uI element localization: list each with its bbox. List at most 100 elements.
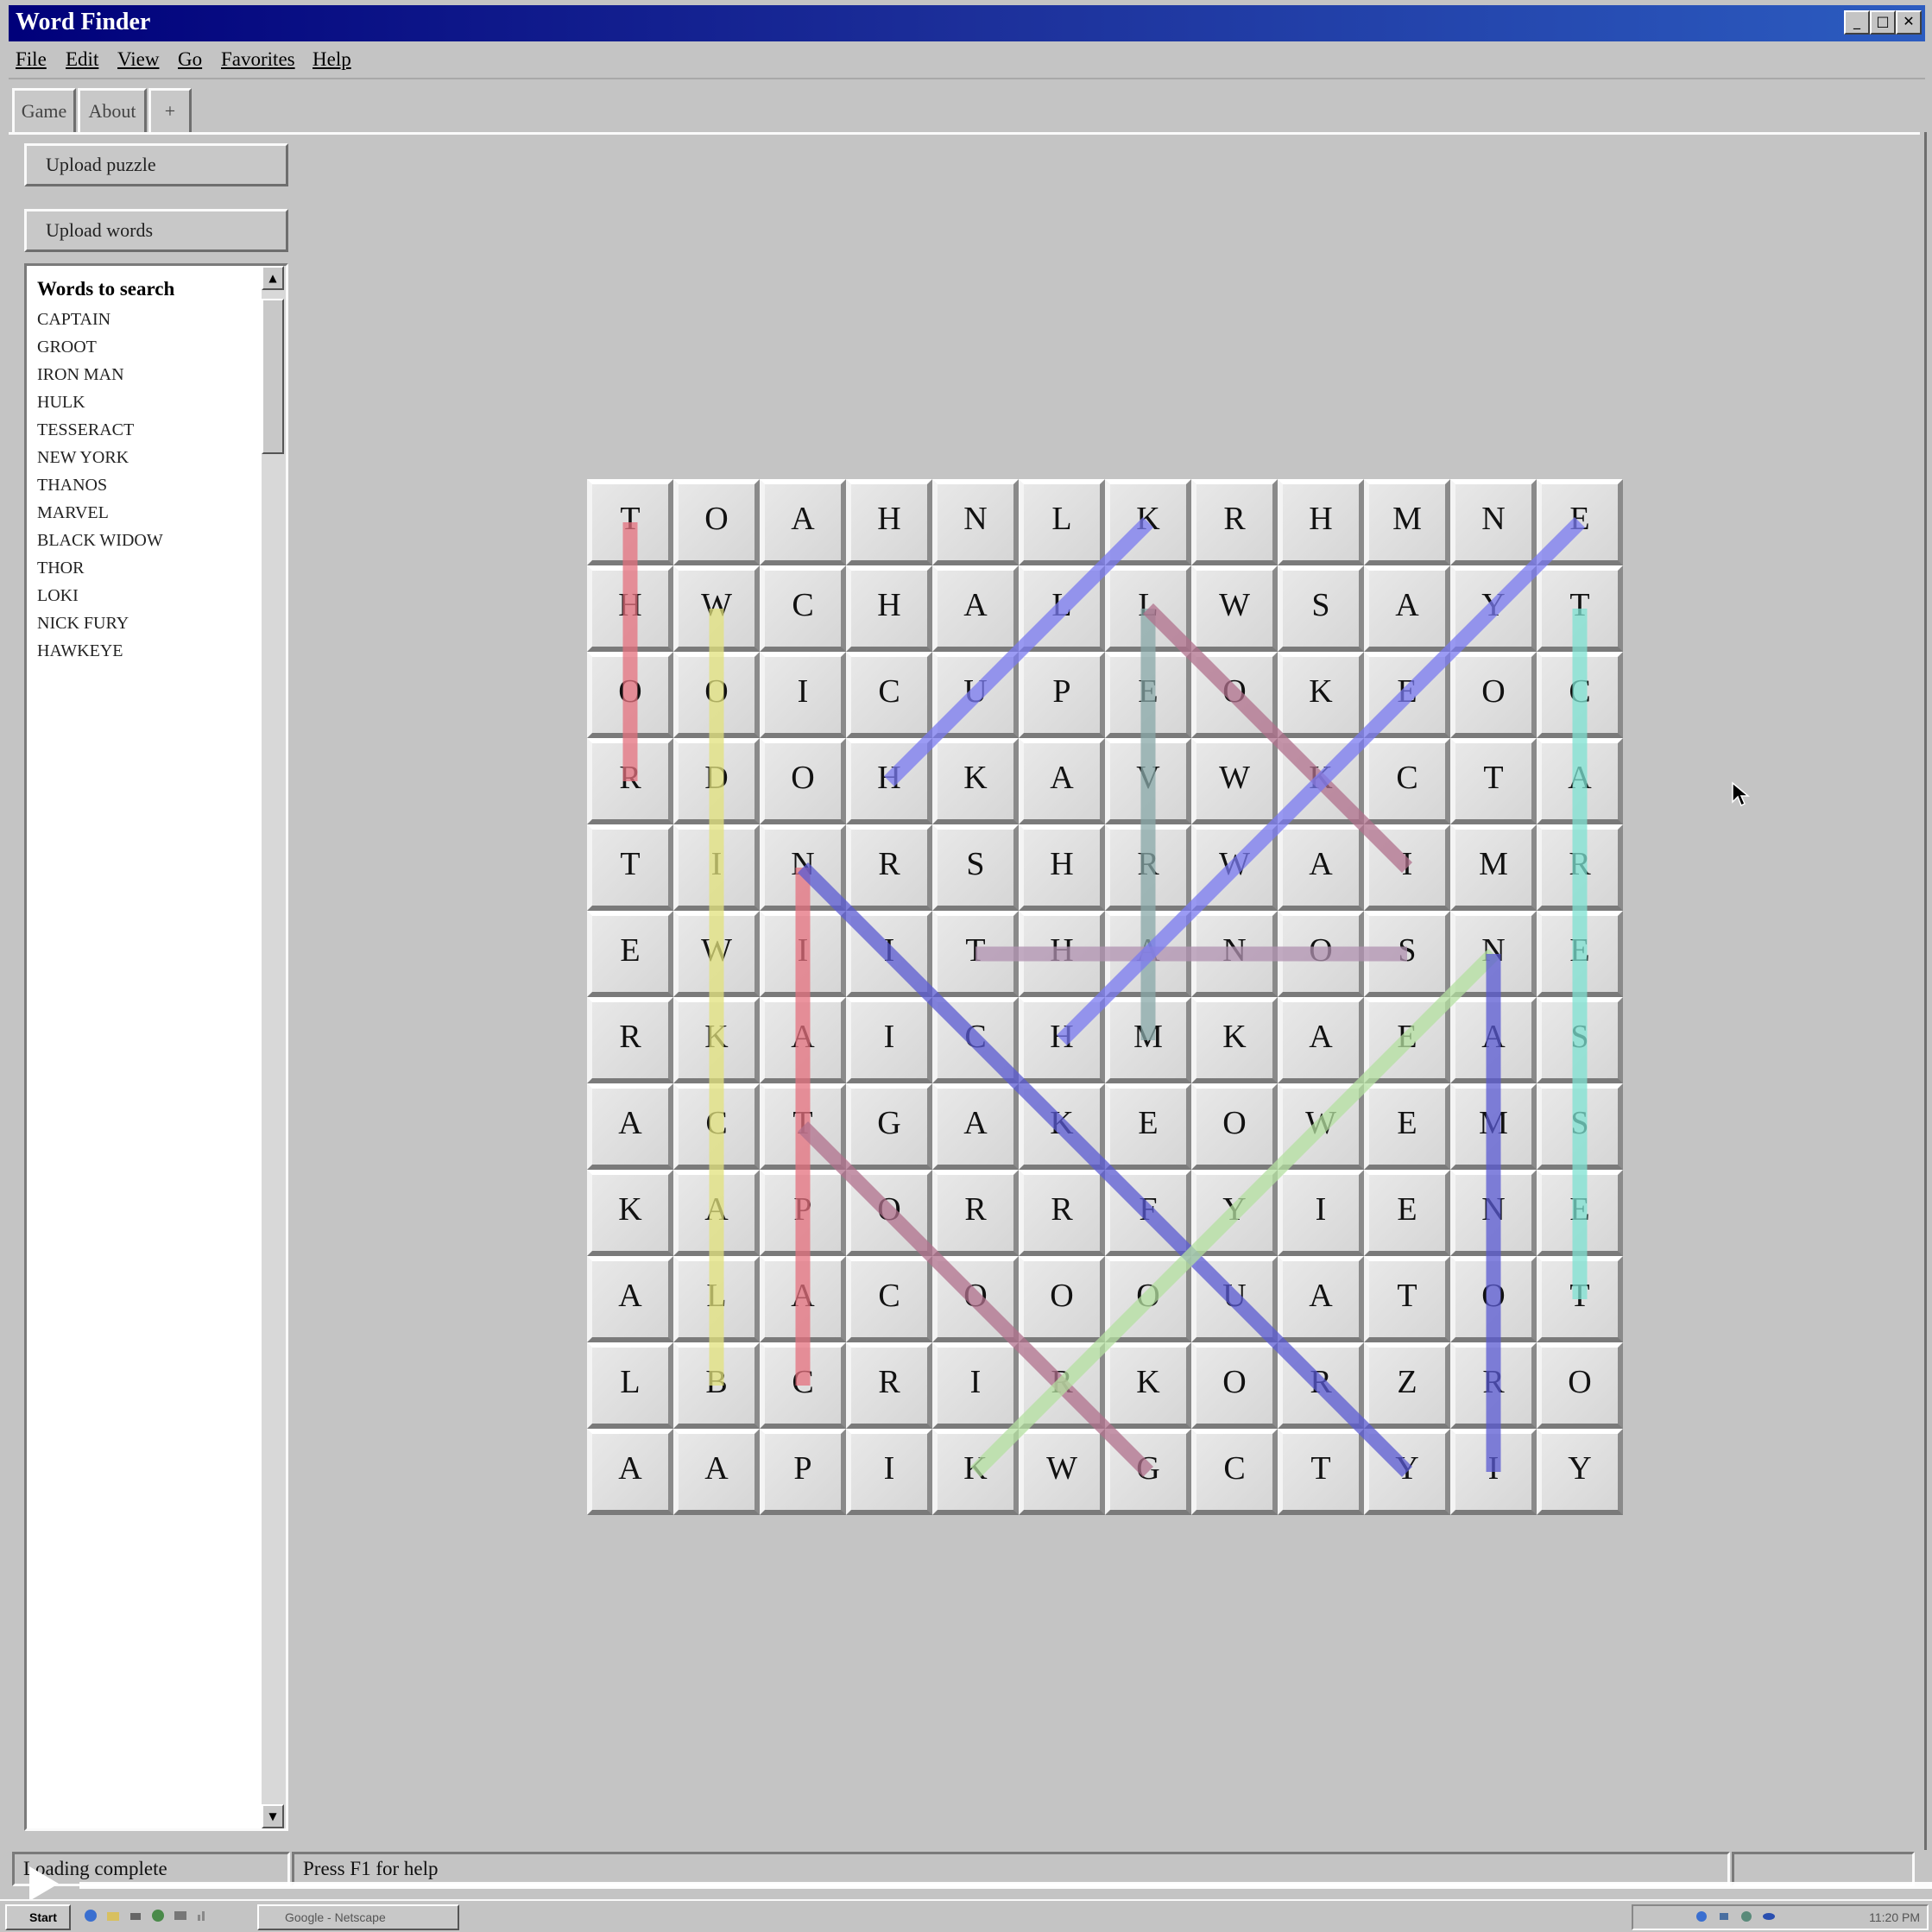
grid-cell[interactable]: R <box>846 1342 932 1429</box>
grid-cell[interactable]: K <box>673 997 760 1083</box>
grid-cell[interactable]: A <box>587 1256 673 1342</box>
grid-cell[interactable]: K <box>1105 1342 1191 1429</box>
grid-cell[interactable]: O <box>673 652 760 738</box>
grid-cell[interactable]: R <box>1019 1342 1105 1429</box>
grid-cell[interactable]: A <box>760 997 846 1083</box>
grid-cell[interactable]: A <box>932 1083 1019 1170</box>
grid-cell[interactable]: R <box>1537 824 1623 911</box>
grid-cell[interactable]: T <box>932 911 1019 997</box>
grid-cell[interactable]: H <box>1019 911 1105 997</box>
grid-cell[interactable]: P <box>1019 652 1105 738</box>
grid-cell[interactable]: Y <box>1537 1429 1623 1515</box>
grid-cell[interactable]: I <box>932 1342 1019 1429</box>
grid-cell[interactable]: C <box>1364 738 1450 824</box>
tray-monitor-icon[interactable] <box>1739 1909 1754 1924</box>
grid-cell[interactable]: A <box>587 1429 673 1515</box>
grid-cell[interactable]: C <box>673 1083 760 1170</box>
start-button[interactable]: Start <box>5 1904 71 1930</box>
grid-cell[interactable]: H <box>1019 997 1105 1083</box>
grid-cell[interactable]: M <box>1450 1083 1537 1170</box>
grid-cell[interactable]: E <box>1105 1083 1191 1170</box>
maximize-button[interactable]: □ <box>1870 10 1896 35</box>
grid-cell[interactable]: T <box>1537 1256 1623 1342</box>
grid-cell[interactable]: R <box>587 738 673 824</box>
grid-cell[interactable]: T <box>1537 565 1623 652</box>
grid-cell[interactable]: I <box>760 652 846 738</box>
grid-cell[interactable]: C <box>760 565 846 652</box>
grid-cell[interactable]: O <box>587 652 673 738</box>
grid-cell[interactable]: P <box>760 1429 846 1515</box>
grid-cell[interactable]: S <box>1364 911 1450 997</box>
grid-cell[interactable]: M <box>1364 479 1450 565</box>
grid-cell[interactable]: O <box>846 1170 932 1256</box>
grid-cell[interactable]: R <box>1450 1342 1537 1429</box>
grid-cell[interactable]: S <box>1278 565 1364 652</box>
menu-view[interactable]: View <box>117 48 159 71</box>
grid-cell[interactable]: H <box>587 565 673 652</box>
grid-cell[interactable]: M <box>1105 997 1191 1083</box>
grid-cell[interactable]: P <box>760 1170 846 1256</box>
grid-cell[interactable]: E <box>1364 652 1450 738</box>
grid-cell[interactable]: U <box>932 652 1019 738</box>
words-scrollbar[interactable]: ▲ ▼ <box>262 266 286 1828</box>
grid-cell[interactable]: E <box>1364 1170 1450 1256</box>
grid-cell[interactable]: I <box>846 911 932 997</box>
grid-cell[interactable]: R <box>1105 824 1191 911</box>
grid-cell[interactable]: O <box>1191 652 1278 738</box>
grid-cell[interactable]: I <box>846 1429 932 1515</box>
grid-cell[interactable]: C <box>1537 652 1623 738</box>
grid-cell[interactable]: K <box>932 1429 1019 1515</box>
grid-cell[interactable]: L <box>587 1342 673 1429</box>
scroll-up-icon[interactable]: ▲ <box>262 266 284 290</box>
grid-cell[interactable]: N <box>1450 1170 1537 1256</box>
grid-cell[interactable]: R <box>932 1170 1019 1256</box>
grid-cell[interactable]: H <box>1019 824 1105 911</box>
grid-cell[interactable]: Y <box>1191 1170 1278 1256</box>
grid-cell[interactable]: T <box>587 824 673 911</box>
grid-cell[interactable]: I <box>846 997 932 1083</box>
grid-cell[interactable]: O <box>1450 1256 1537 1342</box>
grid-cell[interactable]: K <box>1105 479 1191 565</box>
grid-cell[interactable]: W <box>1278 1083 1364 1170</box>
tab-add[interactable]: + <box>148 88 192 132</box>
grid-cell[interactable]: L <box>1019 479 1105 565</box>
grid-cell[interactable]: A <box>1537 738 1623 824</box>
tray-volume-icon[interactable] <box>1716 1909 1732 1924</box>
window-icon[interactable] <box>173 1908 188 1923</box>
grid-cell[interactable]: K <box>932 738 1019 824</box>
grid-cell[interactable]: H <box>846 479 932 565</box>
grid-cell[interactable]: T <box>1364 1256 1450 1342</box>
menu-file[interactable]: File <box>16 48 47 71</box>
grid-cell[interactable]: A <box>1450 997 1537 1083</box>
words-list-panel[interactable]: Words to search CAPTAIN GROOT IRON MAN H… <box>24 263 288 1831</box>
grid-cell[interactable]: T <box>1450 738 1537 824</box>
grid-cell[interactable]: V <box>1105 738 1191 824</box>
grid-cell[interactable]: O <box>1105 1256 1191 1342</box>
grid-cell[interactable]: I <box>760 911 846 997</box>
tab-game[interactable]: Game <box>12 88 76 132</box>
grid-cell[interactable]: A <box>673 1170 760 1256</box>
grid-cell[interactable]: N <box>932 479 1019 565</box>
grid-cell[interactable]: A <box>1019 738 1105 824</box>
grid-cell[interactable]: K <box>1019 1083 1105 1170</box>
grid-cell[interactable]: D <box>673 738 760 824</box>
grid-cell[interactable]: K <box>1191 997 1278 1083</box>
grid-cell[interactable]: L <box>1105 565 1191 652</box>
folder-icon[interactable] <box>105 1908 121 1923</box>
minimize-button[interactable]: _ <box>1844 10 1870 35</box>
grid-cell[interactable]: M <box>1450 824 1537 911</box>
grid-cell[interactable]: H <box>846 738 932 824</box>
tray-eye-icon[interactable] <box>1761 1909 1777 1924</box>
grid-cell[interactable]: R <box>846 824 932 911</box>
grid-cell[interactable]: S <box>932 824 1019 911</box>
grid-cell[interactable]: T <box>1278 1429 1364 1515</box>
grid-cell[interactable]: E <box>1537 911 1623 997</box>
play-icon[interactable] <box>26 1865 60 1903</box>
grid-cell[interactable]: O <box>932 1256 1019 1342</box>
grid-cell[interactable]: H <box>846 565 932 652</box>
grid-cell[interactable]: C <box>846 1256 932 1342</box>
grid-cell[interactable]: A <box>1278 997 1364 1083</box>
grid-cell[interactable]: N <box>1450 479 1537 565</box>
grid-cell[interactable]: C <box>1191 1429 1278 1515</box>
grid-cell[interactable]: O <box>673 479 760 565</box>
